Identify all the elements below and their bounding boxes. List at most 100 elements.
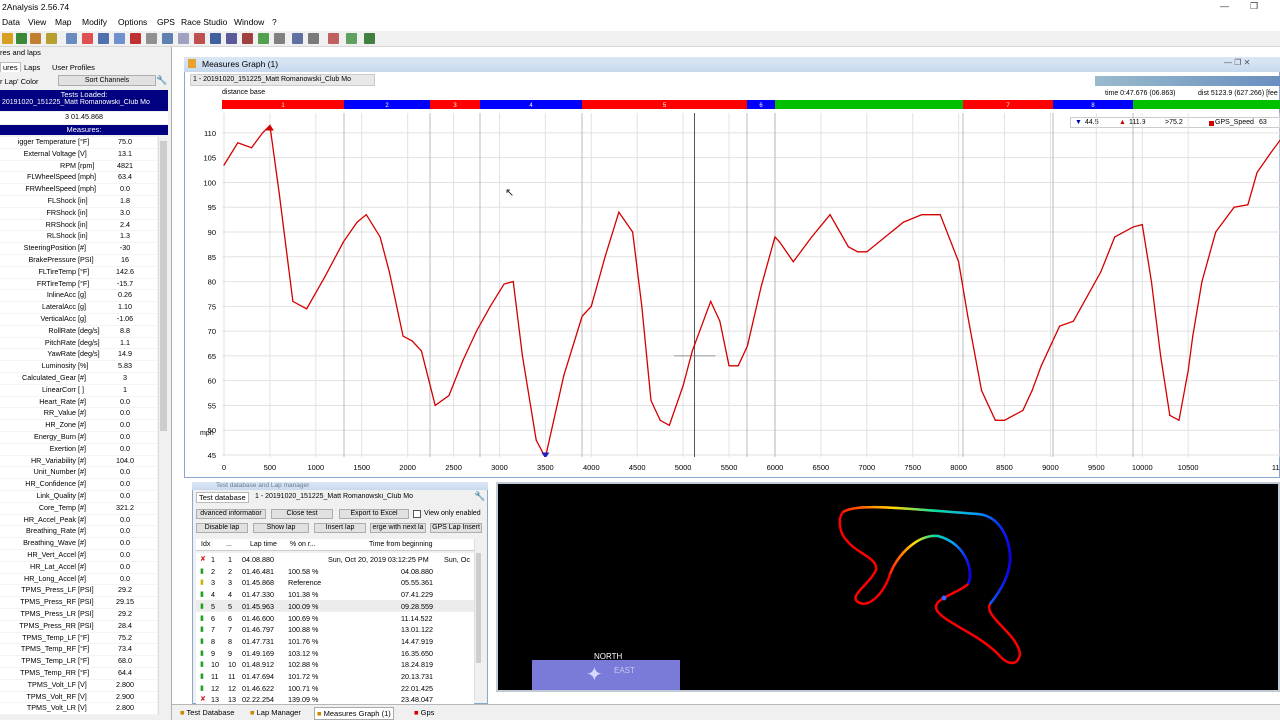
measure-row[interactable]: Core_Temp [#] 321.2	[0, 502, 157, 515]
measure-row[interactable]: Heart_Rate [#] 0.0	[0, 396, 157, 409]
measure-row[interactable]: FLShock [in] 1.8	[0, 196, 157, 208]
histogram-icon[interactable]	[82, 33, 93, 44]
measure-row[interactable]: Luminosity [%] 5.83	[0, 361, 157, 373]
scroll-thumb[interactable]	[160, 141, 167, 431]
measure-row[interactable]: TPMS_Temp_LF [°F] 75.2	[0, 632, 157, 645]
col-idx[interactable]: Idx	[201, 541, 210, 548]
gps-icon[interactable]	[258, 33, 269, 44]
lap-segment-bar[interactable]: 12345678	[222, 100, 1280, 109]
measure-row[interactable]: FLWheelSpeed [mph] 63.4	[0, 172, 157, 185]
tab-gps[interactable]: ■ Gps	[412, 707, 436, 720]
lap-row[interactable]: ▮ 10 10 01.48.912 102.88 % 18.24.819	[196, 658, 474, 670]
lap-status-icon[interactable]: ▮	[200, 671, 204, 680]
sort-channels-button[interactable]: Sort Channels	[58, 75, 156, 86]
measure-row[interactable]: InlineAcc [g] 0.26	[0, 290, 157, 303]
graph-test-tab[interactable]: 1 - 20191020_151225_Matt Romanowski_Club…	[190, 74, 375, 86]
download-icon[interactable]	[16, 33, 27, 44]
lap-row[interactable]: ▮ 6 6 01.46.600 100.69 % 11.14.522	[196, 611, 474, 624]
lap-status-icon[interactable]: ▮	[200, 566, 204, 575]
video-icon[interactable]	[292, 33, 303, 44]
lap-status-icon[interactable]: ▮	[200, 659, 204, 668]
lap-row[interactable]: ▮ 5 5 01.45.963 100.09 % 09.28.559	[196, 599, 474, 612]
measure-row[interactable]: HR_Long_Accel [#] 0.0	[0, 573, 157, 586]
measure-row[interactable]: HR_Accel_Peak [#] 0.0	[0, 514, 157, 527]
measure-row[interactable]: RollRate [deg/s] 8.8	[0, 325, 157, 338]
measure-row[interactable]: RPM [rpm] 4821	[0, 160, 157, 173]
measure-row[interactable]: TPMS_Press_RR [PSI] 28.4	[0, 620, 157, 633]
measure-row[interactable]: PitchRate [deg/s] 1.1	[0, 337, 157, 350]
tab-test-database-bottom[interactable]: ■ Test Database	[178, 707, 236, 720]
close-test-button[interactable]: Close test	[271, 509, 333, 519]
measure-row[interactable]: Breathing_Rate [#] 0.0	[0, 526, 157, 539]
minimize-icon[interactable]: —	[1220, 1, 1229, 11]
lap-status-icon[interactable]: ▮	[200, 577, 204, 586]
measure-row[interactable]: Link_Quality [#] 0.0	[0, 491, 157, 503]
measure-row[interactable]: FRTireTemp [°F] -15.7	[0, 278, 157, 291]
lap-row[interactable]: ▮ 4 4 01.47.330 101.38 % 07.41.229	[196, 588, 474, 600]
measure-row[interactable]: TPMS_Press_LF [PSI] 29.2	[0, 585, 157, 598]
col-lap-time[interactable]: Lap time	[250, 541, 277, 548]
lap-row[interactable]: ▮ 7 7 01.46.797 100.88 % 13.01.122	[196, 623, 474, 635]
measure-row[interactable]: TPMS_Temp_RR [°F] 64.4	[0, 668, 157, 680]
measure-row[interactable]: RR_Value [#] 0.0	[0, 408, 157, 421]
measure-row[interactable]: TPMS_Temp_RF [°F] 73.4	[0, 644, 157, 657]
split-icon[interactable]	[98, 33, 109, 44]
measure-row[interactable]: FRWheelSpeed [mph] 0.0	[0, 184, 157, 196]
measure-row[interactable]: LateralAcc [g] 1.10	[0, 302, 157, 314]
menu-window[interactable]: Window	[234, 17, 264, 27]
menu-race-studio[interactable]: Race Studio	[181, 17, 227, 27]
lap-status-icon[interactable]: ✘	[200, 554, 206, 563]
tdb-wrench-icon[interactable]: 🔧	[474, 491, 485, 502]
lap-table-scrollbar[interactable]	[474, 539, 482, 699]
measure-row[interactable]: HR_Variability [#] 104.0	[0, 455, 157, 468]
merge-next-lap-button[interactable]: erge with next la	[370, 523, 426, 533]
lap-row[interactable]: ▮ 2 2 01.46.481 100.58 % 04.08.880	[196, 564, 474, 577]
measures-scrollbar[interactable]	[158, 137, 168, 715]
graph-toolbar[interactable]	[1095, 76, 1280, 86]
lap-row[interactable]: ▮ 12 12 01.46.622 100.71 % 22.01.425	[196, 681, 474, 694]
measure-row[interactable]: Calculated_Gear [#] 3	[0, 373, 157, 385]
math-icon[interactable]	[210, 33, 221, 44]
report-icon[interactable]	[130, 33, 141, 44]
measure-row[interactable]: TPMS_Press_LR [PSI] 29.2	[0, 609, 157, 621]
test-name[interactable]: 20191020_151225_Matt Romanowski_Club Mo	[0, 99, 168, 106]
save-icon[interactable]	[364, 33, 375, 44]
gps-map-window[interactable]: NORTH EAST ✦	[496, 482, 1280, 692]
disable-lap-button[interactable]: Disable lap	[196, 523, 248, 533]
measure-row[interactable]: SteeringPosition [#] -30	[0, 243, 157, 255]
lap-row[interactable]: ▮ 9 9 01.49.169 103.12 % 16.35.650	[196, 646, 474, 659]
tab-measures-graph[interactable]: ■ Measures Graph (1)	[314, 707, 394, 720]
measure-row[interactable]: Unit_Number [#] 0.0	[0, 467, 157, 480]
window-buttons[interactable]: — ❐ ✕	[1224, 58, 1250, 67]
lap-status-icon[interactable]: ▮	[200, 589, 204, 598]
measure-row[interactable]: LinearCorr[ ] 1	[0, 384, 157, 397]
menu-view[interactable]: View	[28, 17, 46, 27]
export-icon[interactable]	[46, 33, 57, 44]
lap-segment[interactable]	[775, 100, 963, 109]
channels-icon[interactable]	[114, 33, 125, 44]
col-time-from-beginning[interactable]: Time from beginning	[369, 541, 433, 548]
lap-status-icon[interactable]: ▮	[200, 683, 204, 692]
lap-status-icon[interactable]: ▮	[200, 624, 204, 633]
insert-lap-button[interactable]: Insert lap	[314, 523, 366, 533]
tab-measures[interactable]: ures	[0, 62, 21, 72]
tab-laps[interactable]: Laps	[24, 63, 40, 72]
measure-row[interactable]: Exertion [#] 0.0	[0, 443, 157, 456]
measure-row[interactable]: BrakePressure [PSI] 16	[0, 255, 157, 267]
menu-data[interactable]: Data	[2, 17, 20, 27]
filter-icon[interactable]	[226, 33, 237, 44]
col-dots[interactable]: ...	[226, 541, 232, 548]
lap-status-icon[interactable]: ✘	[200, 694, 206, 703]
lap-segment[interactable]	[1133, 100, 1280, 109]
menu-gps[interactable]: GPS	[157, 17, 175, 27]
table-icon[interactable]	[146, 33, 157, 44]
track-icon[interactable]	[178, 33, 189, 44]
measure-row[interactable]: igger Temperature [°F] 75.0	[0, 137, 157, 149]
show-lap-button[interactable]: Show lap	[253, 523, 309, 533]
tab-test-database[interactable]: Test database	[196, 492, 249, 503]
measure-row[interactable]: RLShock [in] 1.3	[0, 231, 157, 244]
lap-status-icon[interactable]: ▮	[200, 613, 204, 622]
lap-status-icon[interactable]: ▮	[200, 636, 204, 645]
lap-row[interactable]: ✘ 1 1 04.08.880 Sun, Oct 20, 2019 03:12:25 P…	[196, 553, 474, 565]
open-icon[interactable]	[2, 33, 13, 44]
